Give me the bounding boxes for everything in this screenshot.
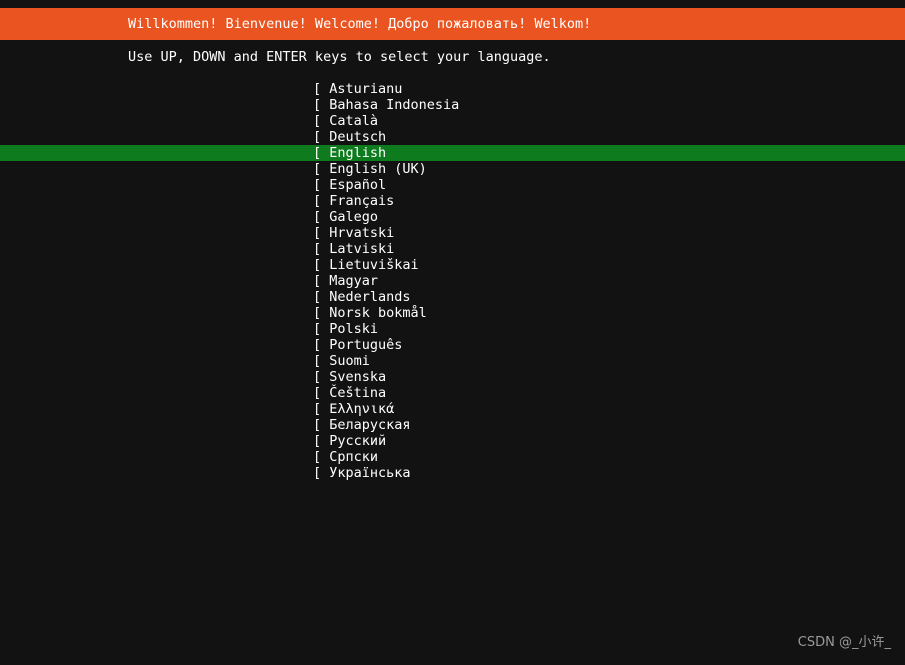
option-bracket: [ [313, 225, 330, 241]
language-option-label: Српски [329, 449, 379, 465]
language-option-label: Norsk bokmål [329, 305, 427, 321]
option-bracket: [ [313, 161, 330, 177]
option-bracket: [ [313, 417, 330, 433]
language-option-label: Svenska [329, 369, 387, 385]
language-option-label: Lietuviškai [329, 257, 419, 273]
language-option-label: Asturianu [329, 81, 403, 97]
option-bracket: [ [313, 465, 330, 481]
language-option-label: Deutsch [329, 129, 387, 145]
option-bracket: [ [313, 145, 330, 161]
language-option[interactable]: [ Suomi [0, 353, 905, 369]
language-option-label: Español [329, 177, 387, 193]
language-option[interactable]: [ Čeština [0, 385, 905, 401]
language-option[interactable]: [ Беларуская [0, 417, 905, 433]
instruction-text: Use UP, DOWN and ENTER keys to select yo… [128, 49, 551, 65]
watermark-text: CSDN @_小许_ [797, 635, 891, 650]
language-option[interactable]: [ Magyar [0, 273, 905, 289]
language-option-label: Hrvatski [329, 225, 395, 241]
language-option[interactable]: [ Українська [0, 465, 905, 481]
option-bracket: [ [313, 257, 330, 273]
language-option-label: Latviski [329, 241, 395, 257]
option-bracket: [ [313, 401, 330, 417]
language-option[interactable]: [ Latviski [0, 241, 905, 257]
welcome-banner-text: Willkommen! Bienvenue! Welcome! Добро по… [128, 16, 592, 32]
option-bracket: [ [313, 369, 330, 385]
option-bracket: [ [313, 273, 330, 289]
language-option-label: Nederlands [329, 289, 411, 305]
language-option-label: Polski [329, 321, 379, 337]
language-option[interactable]: [ Hrvatski [0, 225, 905, 241]
option-bracket: [ [313, 449, 330, 465]
language-option-label: Русский [329, 433, 387, 449]
option-bracket: [ [313, 193, 330, 209]
option-bracket: [ [313, 321, 330, 337]
option-bracket: [ [313, 209, 330, 225]
language-option-label: Magyar [329, 273, 379, 289]
language-option-label: Українська [329, 465, 411, 481]
language-option[interactable]: [ Français [0, 193, 905, 209]
option-bracket: [ [313, 337, 330, 353]
language-option[interactable]: [ Polski [0, 321, 905, 337]
language-option-label: Català [329, 113, 379, 129]
language-option-label: Français [329, 193, 395, 209]
language-option[interactable]: [ Norsk bokmål [0, 305, 905, 321]
language-option[interactable]: [ Español [0, 177, 905, 193]
installer-screen: Willkommen! Bienvenue! Welcome! Добро по… [0, 0, 905, 665]
language-option-label: Suomi [329, 353, 370, 369]
welcome-banner: Willkommen! Bienvenue! Welcome! Добро по… [0, 8, 905, 40]
option-bracket: [ [313, 433, 330, 449]
language-option-label: Português [329, 337, 403, 353]
language-option-label: Bahasa Indonesia [329, 97, 460, 113]
language-option[interactable]: [ Српски [0, 449, 905, 465]
option-bracket: [ [313, 305, 330, 321]
language-option[interactable]: [ Deutsch [0, 129, 905, 145]
language-option[interactable]: [ Ελληνικά [0, 401, 905, 417]
language-option[interactable]: [ Svenska [0, 369, 905, 385]
language-option-label: English (UK) [329, 161, 427, 177]
language-option[interactable]: [ Nederlands [0, 289, 905, 305]
language-option[interactable]: [ Português [0, 337, 905, 353]
language-list[interactable]: [ Asturianu[ Bahasa Indonesia[ Català[ D… [0, 81, 905, 481]
option-bracket: [ [313, 129, 330, 145]
language-option-label: English [329, 145, 387, 161]
language-option-label: Ελληνικά [329, 401, 395, 417]
option-bracket: [ [313, 289, 330, 305]
language-option[interactable]: [ Bahasa Indonesia [0, 97, 905, 113]
option-bracket: [ [313, 177, 330, 193]
language-option[interactable]: [ Català [0, 113, 905, 129]
language-option[interactable]: [ Русский [0, 433, 905, 449]
language-option-label: Galego [329, 209, 379, 225]
language-option-label: Čeština [329, 385, 387, 401]
language-option[interactable]: [ Galego [0, 209, 905, 225]
option-bracket: [ [313, 385, 330, 401]
language-option[interactable]: [ English [0, 145, 905, 161]
option-bracket: [ [313, 81, 330, 97]
language-option-label: Беларуская [329, 417, 411, 433]
option-bracket: [ [313, 353, 330, 369]
option-bracket: [ [313, 113, 330, 129]
language-option[interactable]: [ Lietuviškai [0, 257, 905, 273]
option-bracket: [ [313, 241, 330, 257]
option-bracket: [ [313, 97, 330, 113]
language-option[interactable]: [ Asturianu [0, 81, 905, 97]
language-option[interactable]: [ English (UK) [0, 161, 905, 177]
